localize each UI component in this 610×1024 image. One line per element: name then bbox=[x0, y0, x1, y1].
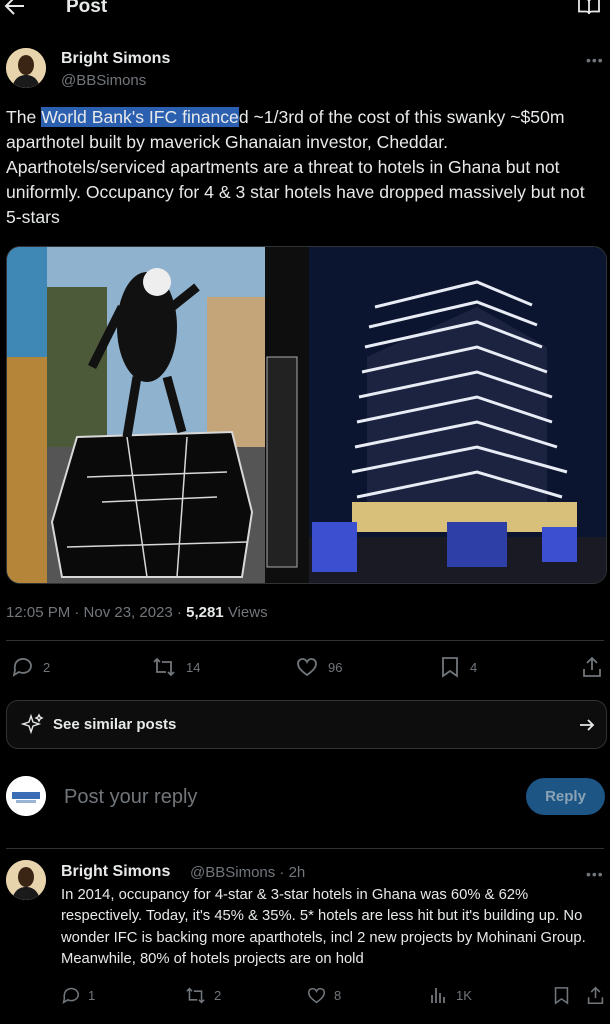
bookmark-icon bbox=[442, 657, 458, 678]
arrow-right-icon bbox=[580, 719, 595, 731]
my-avatar[interactable] bbox=[6, 776, 46, 816]
tweet-media[interactable] bbox=[6, 246, 607, 584]
more-options-icon[interactable]: ••• bbox=[586, 52, 604, 68]
share-icon bbox=[583, 656, 601, 677]
views-count: 5,281 bbox=[186, 604, 224, 621]
tweet-text: The World Bank's IFC financed ~1/3rd of … bbox=[6, 105, 602, 230]
reply-button[interactable]: 2 bbox=[11, 655, 50, 679]
avatar[interactable] bbox=[6, 48, 46, 88]
analytics-icon bbox=[431, 988, 445, 1003]
see-similar-posts-button[interactable]: See similar posts bbox=[6, 700, 607, 749]
reply-icon bbox=[12, 658, 32, 677]
timestamp-text[interactable]: 12:05 PM · Nov 23, 2023 · bbox=[6, 604, 186, 621]
back-arrow-icon[interactable] bbox=[4, 0, 30, 20]
reply-views-count: 1K bbox=[456, 987, 472, 1003]
reply-submit-button[interactable]: Reply bbox=[526, 778, 605, 815]
share-button[interactable] bbox=[581, 655, 610, 679]
share-icon bbox=[587, 986, 604, 1004]
page-title: Post bbox=[66, 0, 108, 17]
like-count: 96 bbox=[328, 659, 343, 675]
tweet-timestamp: 12:05 PM · Nov 23, 2023 · 5,281 Views bbox=[6, 604, 268, 621]
car-photo[interactable] bbox=[7, 247, 309, 584]
reply-avatar[interactable] bbox=[6, 860, 46, 900]
author-handle[interactable]: @BBSimons bbox=[61, 72, 146, 89]
tweet-text-part: The bbox=[6, 107, 42, 127]
reply-more-options-icon[interactable]: ••• bbox=[586, 866, 604, 882]
repost-count: 14 bbox=[186, 659, 201, 675]
tweet-author: Bright Simons @BBSimons ••• bbox=[0, 44, 610, 96]
heart-icon bbox=[297, 658, 317, 677]
reply-text: In 2014, occupancy for 4-star & 3-star h… bbox=[61, 887, 586, 967]
reply-input[interactable]: Post your reply bbox=[64, 786, 197, 809]
views-label: Views bbox=[223, 604, 268, 621]
reply-share-button[interactable] bbox=[586, 984, 610, 1006]
reply-repost-count: 2 bbox=[214, 987, 222, 1003]
divider bbox=[6, 848, 604, 849]
similar-posts-label: See similar posts bbox=[53, 716, 177, 733]
reader-mode-icon[interactable] bbox=[578, 0, 600, 20]
repost-icon bbox=[153, 657, 175, 677]
reply-bookmark-button[interactable] bbox=[553, 984, 578, 1006]
bookmark-count: 4 bbox=[470, 659, 478, 675]
selected-text[interactable]: World Bank's IFC finance bbox=[41, 107, 239, 127]
reply-count: 2 bbox=[43, 659, 51, 675]
bookmark-icon bbox=[554, 986, 569, 1005]
reply-repost-button[interactable]: 2 bbox=[185, 984, 221, 1006]
reply-icon bbox=[62, 987, 80, 1004]
author-name[interactable]: Bright Simons bbox=[61, 50, 170, 68]
reply-reply-button[interactable]: 1 bbox=[61, 984, 95, 1006]
heart-icon bbox=[307, 987, 326, 1003]
repost-icon bbox=[186, 986, 205, 1004]
reply-author-handle[interactable]: @BBSimons · 2h bbox=[190, 864, 305, 881]
reply-like-count: 8 bbox=[334, 987, 342, 1003]
reply-author-name[interactable]: Bright Simons bbox=[61, 863, 170, 881]
divider bbox=[6, 640, 604, 641]
sparkle-icon bbox=[21, 713, 44, 735]
reply-reply-count: 1 bbox=[88, 987, 96, 1003]
reply-composer: Post your reply Reply bbox=[0, 760, 610, 840]
reply-views-button[interactable]: 1K bbox=[430, 984, 472, 1006]
repost-button[interactable]: 14 bbox=[152, 655, 200, 679]
bookmark-button[interactable]: 4 bbox=[440, 655, 477, 679]
reply-like-button[interactable]: 8 bbox=[307, 984, 341, 1006]
building-photo[interactable] bbox=[309, 247, 607, 584]
top-bar: Post bbox=[0, 0, 610, 22]
like-button[interactable]: 96 bbox=[296, 655, 342, 679]
